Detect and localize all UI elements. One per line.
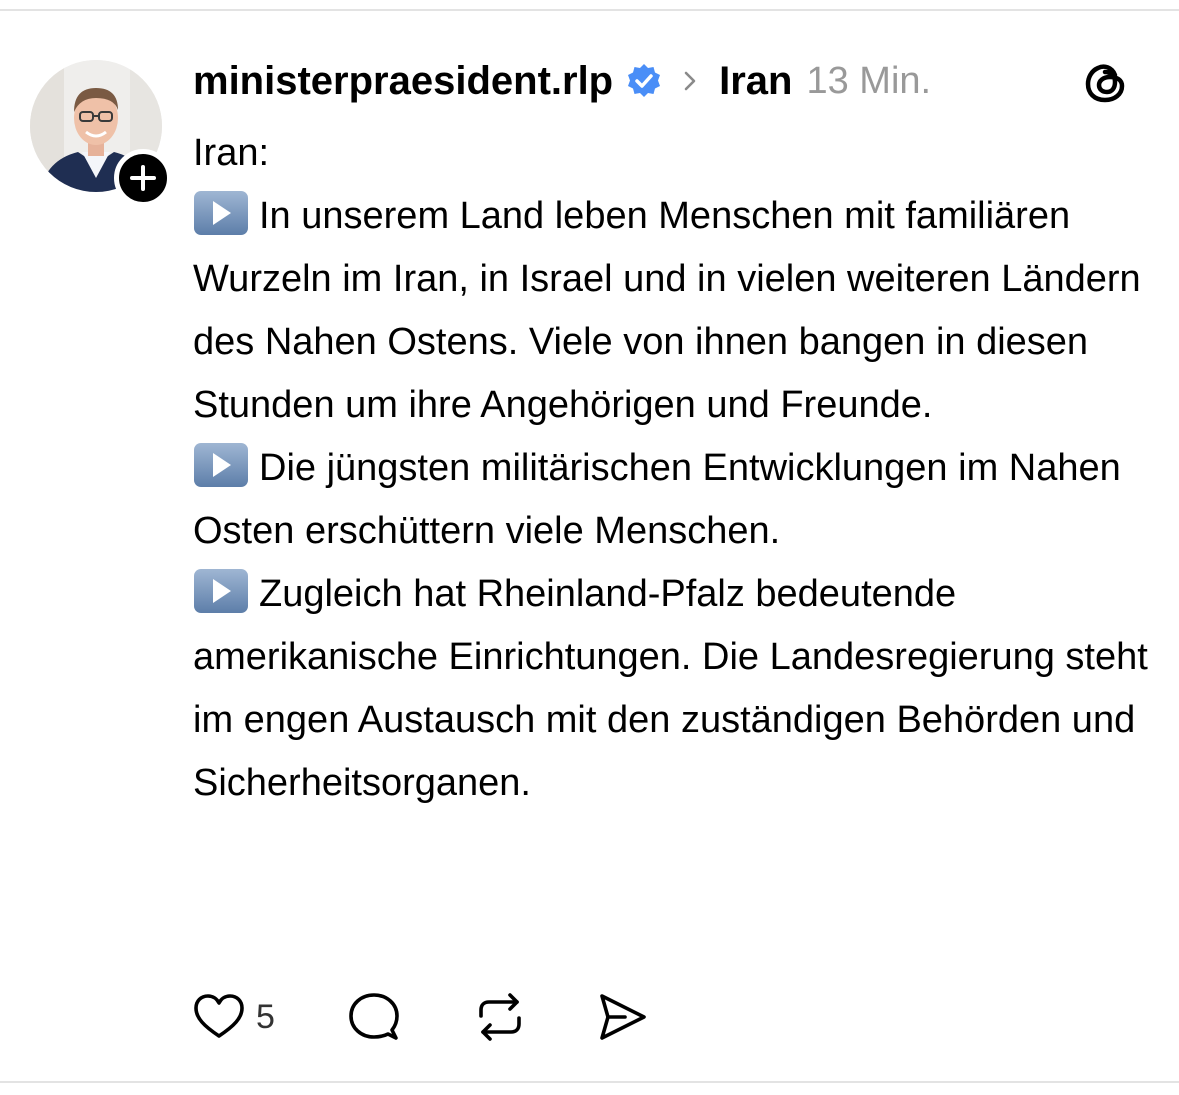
play-button-emoji-icon — [194, 443, 248, 487]
paragraph-text: In unserem Land leben Menschen mit famil… — [193, 195, 1141, 426]
post-text: Iran: In unserem Land leben Menschen mit… — [193, 122, 1153, 815]
paragraph-text: Iran: — [193, 132, 270, 174]
repost-icon — [479, 993, 521, 1041]
like-button[interactable]: 5 — [192, 992, 275, 1042]
like-count: 5 — [256, 997, 275, 1036]
follow-button[interactable] — [114, 149, 172, 207]
bottom-divider — [0, 1081, 1179, 1083]
verified-badge-icon — [628, 64, 661, 97]
play-button-emoji-icon — [194, 569, 248, 613]
send-icon — [600, 994, 646, 1040]
action-bar: 5 — [192, 985, 649, 1049]
play-button-emoji-icon — [194, 191, 248, 235]
top-divider — [0, 9, 1179, 11]
paragraph-text: Die jüngsten militärischen Entwicklungen… — [193, 447, 1121, 552]
repost-button[interactable] — [473, 990, 527, 1044]
heart-icon — [194, 994, 244, 1038]
post-paragraph: Zugleich hat Rheinland-Pfalz bedeutende … — [193, 563, 1153, 815]
plus-icon — [130, 165, 156, 191]
paragraph-text: Zugleich hat Rheinland-Pfalz bedeutende … — [193, 573, 1148, 804]
post-paragraph: Iran: — [193, 122, 1153, 185]
topic-tag[interactable]: Iran — [719, 59, 792, 104]
reply-button[interactable] — [347, 990, 401, 1044]
username[interactable]: ministerpraesident.rlp — [193, 59, 613, 104]
post-header: ministerpraesident.rlp Iran 13 Min. — [193, 52, 931, 110]
share-button[interactable] — [595, 990, 649, 1044]
threads-logo-icon[interactable] — [1082, 58, 1130, 106]
chevron-right-icon — [684, 71, 696, 91]
post-paragraph: Die jüngsten militärischen Entwicklungen… — [193, 437, 1153, 563]
post-timestamp: 13 Min. — [806, 59, 932, 102]
comment-bubble-icon — [349, 993, 399, 1040]
post-paragraph: In unserem Land leben Menschen mit famil… — [193, 185, 1153, 437]
